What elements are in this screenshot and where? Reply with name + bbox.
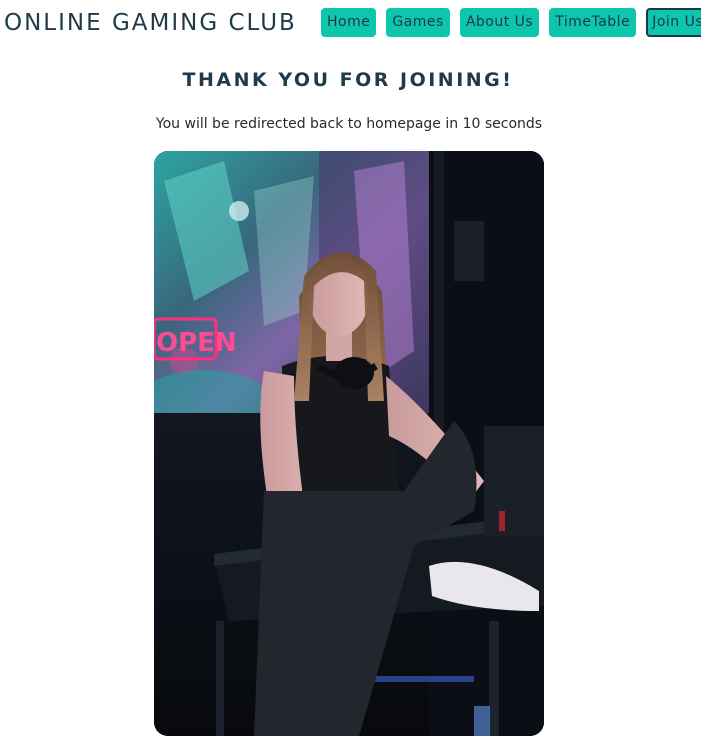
- nav-about-us-button[interactable]: About Us: [459, 8, 540, 37]
- gamer-photo: OPEN: [154, 151, 544, 736]
- redirect-message: You will be redirected back to homepage …: [155, 116, 543, 132]
- open-neon-sign: OPEN: [156, 328, 237, 358]
- thank-you-heading: THANK YOU FOR JOINING!: [182, 69, 514, 91]
- nav-join-us-button[interactable]: Join Us: [646, 8, 701, 37]
- site-title: ONLINE GAMING CLUB: [4, 10, 297, 36]
- main-nav: Home Games About Us TimeTable Join Us: [321, 8, 701, 37]
- nav-timetable-button[interactable]: TimeTable: [549, 8, 637, 37]
- nav-games-button[interactable]: Games: [386, 8, 450, 37]
- nav-home-button[interactable]: Home: [321, 8, 377, 37]
